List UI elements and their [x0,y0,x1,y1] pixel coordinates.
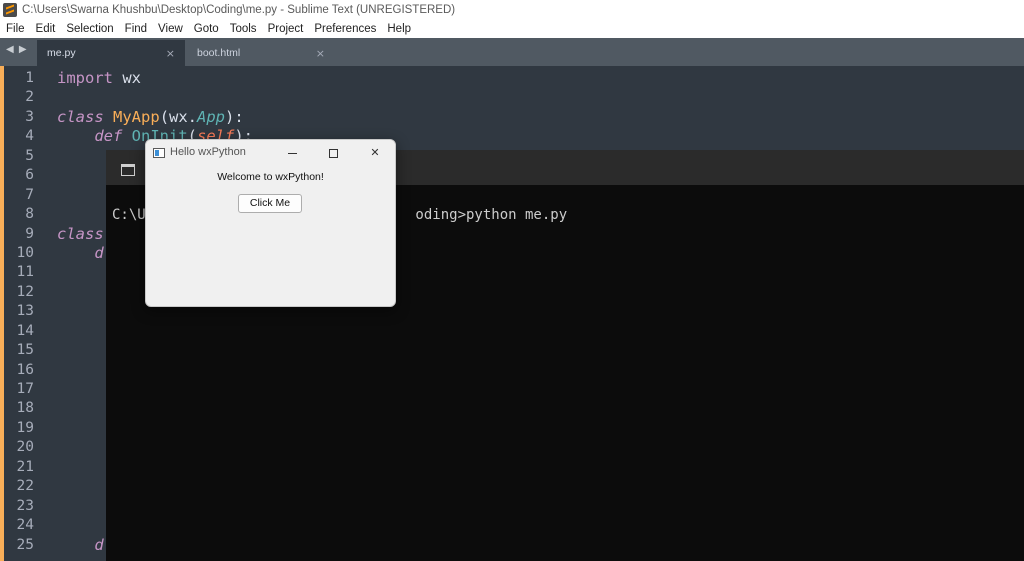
wx-title-bar[interactable]: Hello wxPython ✕ [146,140,395,166]
window-title: C:\Users\Swarna Khushbu\Desktop\Coding\m… [22,4,456,16]
menu-file[interactable]: File [0,23,30,35]
line-number: 13 [16,303,34,320]
code-line: import wx [57,69,141,87]
terminal-icon [121,164,135,176]
click-me-button[interactable]: Click Me [238,194,302,213]
tab-close-icon[interactable]: × [166,47,185,60]
line-number: 4 [25,128,34,145]
line-number: 25 [16,536,34,553]
line-number: 24 [16,517,34,534]
wxpython-window[interactable]: Hello wxPython ✕ Welcome to wxPython! Cl… [145,139,396,307]
line-number: 20 [16,439,34,456]
line-number: 2 [25,89,34,106]
maximize-button[interactable] [321,144,345,162]
menu-goto[interactable]: Goto [188,23,224,35]
line-number: 17 [16,381,34,397]
line-number: 10 [16,244,34,261]
tab-bar: ◀ ▶ me.py × boot.html × [0,38,1024,66]
tab-me-py[interactable]: me.py × [37,40,185,66]
tab-boot-html[interactable]: boot.html × [187,40,335,66]
line-number: 21 [16,458,34,475]
line-number: 15 [16,342,34,359]
line-number: 9 [25,225,34,242]
tab-nav-arrows-icon[interactable]: ◀ ▶ [6,44,28,55]
close-button[interactable]: ✕ [363,144,387,162]
minimize-button[interactable] [280,144,304,162]
tab-label: boot.html [197,47,241,59]
menu-bar: File Edit Selection Find View Goto Tools… [0,20,1024,38]
line-number: 22 [16,478,34,495]
code-line: class MyApp(wx.App): [57,107,244,126]
minimize-icon [287,152,297,154]
menu-view[interactable]: View [153,23,189,35]
menu-help[interactable]: Help [382,23,417,35]
line-number: 14 [16,322,34,339]
line-number: 6 [25,167,34,184]
menu-tools[interactable]: Tools [224,23,262,35]
line-number: 5 [25,147,34,164]
line-number: 7 [25,186,34,203]
app-window-icon [153,148,165,158]
line-number: 16 [16,361,34,378]
line-number: 11 [16,264,34,281]
tab-close-icon[interactable]: × [316,47,335,60]
tab-label: me.py [47,47,76,59]
wx-window-title: Hello wxPython [170,146,246,158]
welcome-label: Welcome to wxPython! [217,171,324,183]
line-number-gutter: 1 2 3 4 5 6 7 8 9 10 11 12 13 14 15 16 17 18 19 20 21 22 23 24 2… [0,69,40,555]
line-number: 23 [16,497,34,514]
line-number: 19 [16,419,34,436]
menu-preferences[interactable]: Preferences [309,23,382,35]
maximize-icon [328,148,338,158]
menu-selection[interactable]: Selection [61,23,119,35]
line-number: 1 [25,70,34,86]
line-number: 18 [16,400,34,417]
menu-project[interactable]: Project [262,23,309,35]
line-number: 8 [25,206,34,223]
line-number: 3 [25,108,34,125]
menu-edit[interactable]: Edit [30,23,61,35]
line-number: 12 [16,283,34,300]
menu-find[interactable]: Find [119,23,152,35]
title-bar: C:\Users\Swarna Khushbu\Desktop\Coding\m… [0,0,1024,20]
sublime-logo-icon [3,3,17,17]
